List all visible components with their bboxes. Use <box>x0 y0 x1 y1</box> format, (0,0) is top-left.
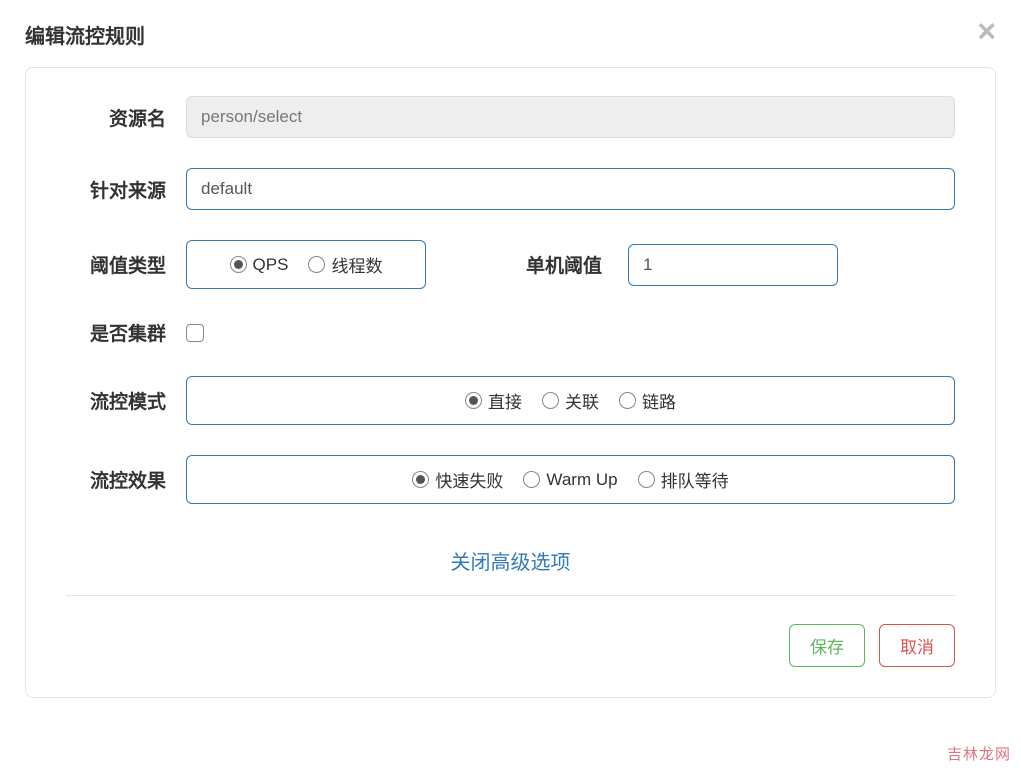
resource-name-input <box>186 96 955 138</box>
radio-warm-up-label: Warm Up <box>546 470 617 490</box>
radio-icon <box>308 256 325 273</box>
radio-icon <box>523 471 540 488</box>
flow-mode-label: 流控模式 <box>66 387 186 414</box>
flow-effect-panel: 快速失败 Warm Up 排队等待 <box>186 455 955 504</box>
modal-body: 资源名 针对来源 阈值类型 QPS 线程数 <box>25 67 996 698</box>
radio-icon <box>542 392 559 409</box>
close-icon[interactable]: × <box>977 15 996 47</box>
source-row: 针对来源 <box>66 168 955 210</box>
radio-qps[interactable]: QPS <box>230 255 289 275</box>
flow-mode-row: 流控模式 直接 关联 链路 <box>66 376 955 425</box>
threshold-type-label: 阈值类型 <box>66 251 186 278</box>
cancel-button[interactable]: 取消 <box>879 624 955 667</box>
advanced-toggle-row: 关闭高级选项 <box>66 546 955 575</box>
radio-fail-fast-label: 快速失败 <box>435 467 503 492</box>
watermark: 吉林龙网 <box>947 743 1011 764</box>
radio-relate-label: 关联 <box>565 388 599 413</box>
resource-name-row: 资源名 <box>66 96 955 138</box>
cluster-label: 是否集群 <box>66 319 186 346</box>
radio-relate[interactable]: 关联 <box>542 388 599 413</box>
radio-direct-label: 直接 <box>488 388 522 413</box>
edit-flow-rule-modal: 编辑流控规则 × 资源名 针对来源 阈值类型 QPS <box>0 0 1021 770</box>
radio-chain-label: 链路 <box>642 388 676 413</box>
single-threshold-input[interactable] <box>628 244 838 286</box>
modal-header: 编辑流控规则 × <box>0 0 1021 67</box>
source-label: 针对来源 <box>66 176 186 203</box>
radio-threads[interactable]: 线程数 <box>308 252 382 277</box>
save-button[interactable]: 保存 <box>789 624 865 667</box>
radio-icon <box>638 471 655 488</box>
resource-name-label: 资源名 <box>66 104 186 131</box>
modal-footer: 保存 取消 <box>66 596 955 667</box>
radio-icon <box>465 392 482 409</box>
radio-icon <box>619 392 636 409</box>
single-threshold-label: 单机阈值 <box>526 251 602 278</box>
threshold-type-panel: QPS 线程数 <box>186 240 426 289</box>
threshold-row: 阈值类型 QPS 线程数 单机阈值 <box>66 240 955 289</box>
advanced-toggle-link[interactable]: 关闭高级选项 <box>451 552 571 574</box>
cluster-checkbox[interactable] <box>186 324 204 342</box>
modal-title: 编辑流控规则 <box>25 20 145 49</box>
radio-threads-label: 线程数 <box>331 252 382 277</box>
radio-direct[interactable]: 直接 <box>465 388 522 413</box>
radio-chain[interactable]: 链路 <box>619 388 676 413</box>
radio-fail-fast[interactable]: 快速失败 <box>412 467 503 492</box>
radio-icon <box>230 256 247 273</box>
flow-effect-label: 流控效果 <box>66 466 186 493</box>
flow-effect-row: 流控效果 快速失败 Warm Up 排队等待 <box>66 455 955 504</box>
radio-icon <box>412 471 429 488</box>
cluster-row: 是否集群 <box>66 319 955 346</box>
radio-qps-label: QPS <box>253 255 289 275</box>
source-input[interactable] <box>186 168 955 210</box>
flow-mode-panel: 直接 关联 链路 <box>186 376 955 425</box>
radio-queue[interactable]: 排队等待 <box>638 467 729 492</box>
radio-queue-label: 排队等待 <box>661 467 729 492</box>
radio-warm-up[interactable]: Warm Up <box>523 470 617 490</box>
